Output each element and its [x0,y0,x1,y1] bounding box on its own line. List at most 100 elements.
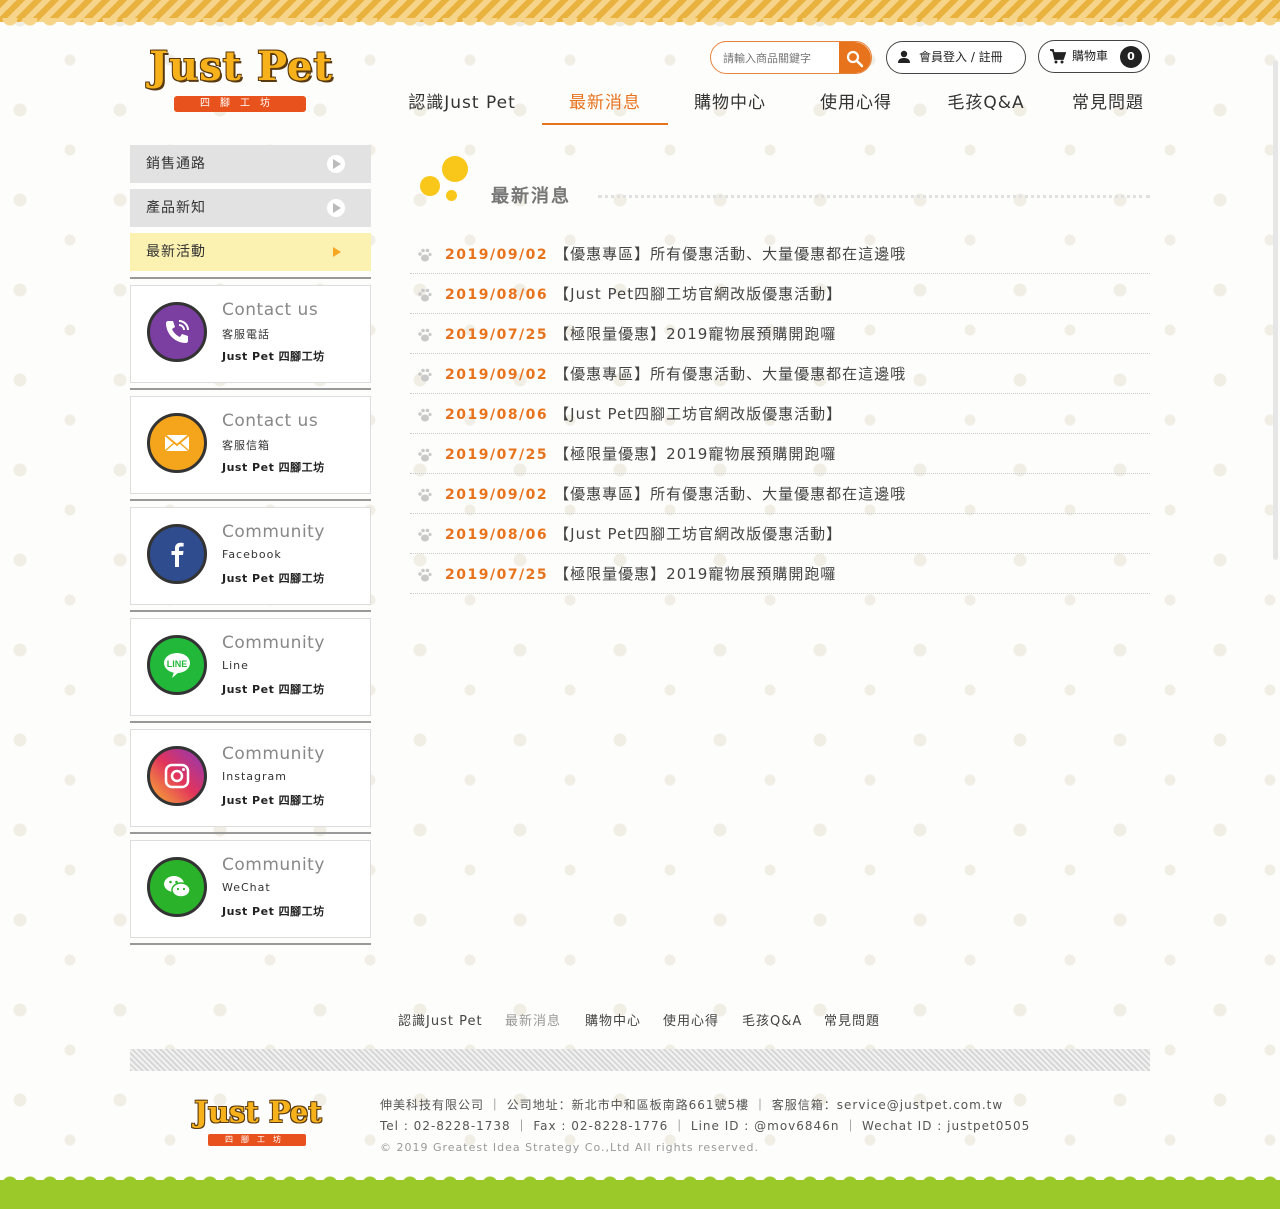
bottom-grass-border [0,1172,1280,1209]
paw-icon [418,528,432,542]
play-arrow-icon [327,155,345,173]
sidebar-divider [130,610,371,612]
news-date: 2019/09/02 [445,247,549,263]
footer-link-about[interactable]: 認識Just Pet [398,1010,483,1029]
news-item[interactable]: 2019/09/02 【優惠專區】所有優惠活動、大量優惠都在這邊哦 [410,354,1150,394]
sidebar-item-label: 銷售通路 [146,156,206,172]
news-title: 【極限量優惠】2019寵物展預購開跑囉 [554,565,837,583]
news-item[interactable]: 2019/07/25 【極限量優惠】2019寵物展預購開跑囉 [410,434,1150,474]
card-brand: Just Pet 四腳工坊 [222,794,325,807]
footer-logo[interactable]: Just Pet 四腳工坊 [175,1092,341,1148]
section-title: 最新消息 [491,186,571,207]
section-title-divider [598,195,1150,198]
news-date: 2019/09/02 [445,487,549,503]
news-title: 【優惠專區】所有優惠活動、大量優惠都在這邊哦 [554,485,907,503]
nav-item-faq[interactable]: 常見問題 [1066,88,1150,125]
sidebar-item-product-news[interactable]: 產品新知 [130,189,371,227]
news-title: 【極限量優惠】2019寵物展預購開跑囉 [554,445,837,463]
news-item[interactable]: 2019/08/06 【Just Pet四腳工坊官網改版優惠活動】 [410,274,1150,314]
card-title: Contact us [222,411,319,431]
paw-icon [418,288,432,302]
nav-item-qa[interactable]: 毛孩Q&A [938,88,1034,125]
contact-card-facebook[interactable]: Community Facebook Just Pet 四腳工坊 [130,507,371,605]
play-arrow-icon [327,199,345,217]
sidebar-divider [130,721,371,723]
footer-copyright: © 2019 Greatest Idea Strategy Co.,Ltd Al… [380,1141,759,1154]
footer-link-news[interactable]: 最新消息 [505,1010,561,1029]
sidebar-divider [130,832,371,834]
contact-card-instagram[interactable]: Community Instagram Just Pet 四腳工坊 [130,729,371,827]
sidebar-divider [130,277,371,279]
site-logo[interactable]: Just Pet 四腳工坊 [130,40,352,114]
card-title: Contact us [222,300,319,320]
news-date: 2019/08/06 [445,407,549,423]
instagram-icon [147,746,207,806]
news-item[interactable]: 2019/07/25 【極限量優惠】2019寵物展預購開跑囉 [410,314,1150,354]
sidebar-item-sales-channels[interactable]: 銷售通路 [130,145,371,183]
sidebar-item-latest-events[interactable]: 最新活動 [130,233,371,271]
news-date: 2019/07/25 [445,567,549,583]
nav-item-news[interactable]: 最新消息 [542,88,668,125]
news-item[interactable]: 2019/07/25 【極限量優惠】2019寵物展預購開跑囉 [410,554,1150,594]
facebook-icon [147,524,207,584]
contact-card-mail[interactable]: Contact us 客服信箱 Just Pet 四腳工坊 [130,396,371,494]
footer-link-faq[interactable]: 常見問題 [824,1010,880,1029]
sidebar-menu: 銷售通路 產品新知 最新活動 [130,145,371,277]
cart-button[interactable]: 購物車 0 [1038,40,1150,73]
top-stripe-border [0,0,1280,28]
paw-icon [418,448,432,462]
news-item[interactable]: 2019/09/02 【優惠專區】所有優惠活動、大量優惠都在這邊哦 [410,474,1150,514]
search-icon [846,50,864,68]
paw-icon [418,488,432,502]
search-box [710,41,872,74]
user-icon [898,50,910,63]
news-date: 2019/08/06 [445,287,549,303]
card-subtitle: 客服信箱 [222,439,270,452]
sidebar-divider [130,943,371,945]
news-item[interactable]: 2019/08/06 【Just Pet四腳工坊官網改版優惠活動】 [410,394,1150,434]
news-title: 【優惠專區】所有優惠活動、大量優惠都在這邊哦 [554,245,907,263]
sidebar-item-label: 產品新知 [146,200,206,216]
card-subtitle: Instagram [222,770,287,783]
line-icon: LINE [147,635,207,695]
card-brand: Just Pet 四腳工坊 [222,905,325,918]
scrollbar-thumb[interactable] [1273,60,1278,560]
contact-card-phone[interactable]: Contact us 客服電話 Just Pet 四腳工坊 [130,285,371,383]
nav-item-shop[interactable]: 購物中心 [684,88,776,125]
card-subtitle: 客服電話 [222,328,270,341]
contact-card-wechat[interactable]: Community WeChat Just Pet 四腳工坊 [130,840,371,938]
news-date: 2019/09/02 [445,367,549,383]
footer-link-qa[interactable]: 毛孩Q&A [742,1010,802,1029]
news-list: 2019/09/02 【優惠專區】所有優惠活動、大量優惠都在這邊哦 2019/08… [410,234,1150,594]
login-register-button[interactable]: 會員登入 / 註冊 [886,41,1026,74]
news-title: 【極限量優惠】2019寵物展預購開跑囉 [554,325,837,343]
news-title: 【優惠專區】所有優惠活動、大量優惠都在這邊哦 [554,365,907,383]
nav-item-reviews[interactable]: 使用心得 [810,88,902,125]
footer-nav: 認識Just Pet 最新消息 購物中心 使用心得 毛孩Q&A 常見問題 [398,1010,918,1030]
news-date: 2019/07/25 [445,327,549,343]
news-item[interactable]: 2019/09/02 【優惠專區】所有優惠活動、大量優惠都在這邊哦 [410,234,1150,274]
news-item[interactable]: 2019/08/06 【Just Pet四腳工坊官網改版優惠活動】 [410,514,1150,554]
cart-count-badge: 0 [1120,46,1142,68]
contact-card-line[interactable]: LINE Community Line Just Pet 四腳工坊 [130,618,371,716]
logo-text: Just Pet [149,43,333,90]
footer-logo-subtitle: 四腳工坊 [208,1134,306,1146]
phone-icon [147,302,207,362]
search-button[interactable] [839,42,871,73]
footer-link-shop[interactable]: 購物中心 [585,1010,641,1029]
decorative-dots [420,156,470,202]
news-date: 2019/07/25 [445,447,549,463]
footer-link-reviews[interactable]: 使用心得 [663,1010,719,1029]
mail-icon [147,413,207,473]
card-title: Community [222,744,325,764]
footer-contact-info: Tel : 02-8228-1738 ｜ Fax : 02-8228-1776 … [380,1119,1031,1133]
footer-divider-band [130,1049,1150,1071]
paw-icon [418,248,432,262]
card-brand: Just Pet 四腳工坊 [222,461,325,474]
cart-icon [1050,49,1066,64]
nav-item-about[interactable]: 認識Just Pet [400,88,524,125]
news-title: 【Just Pet四腳工坊官網改版優惠活動】 [554,285,843,303]
card-subtitle: Line [222,659,249,672]
main-nav: 認識Just Pet 最新消息 購物中心 使用心得 毛孩Q&A 常見問題 [400,88,1160,128]
search-input[interactable] [723,49,839,67]
